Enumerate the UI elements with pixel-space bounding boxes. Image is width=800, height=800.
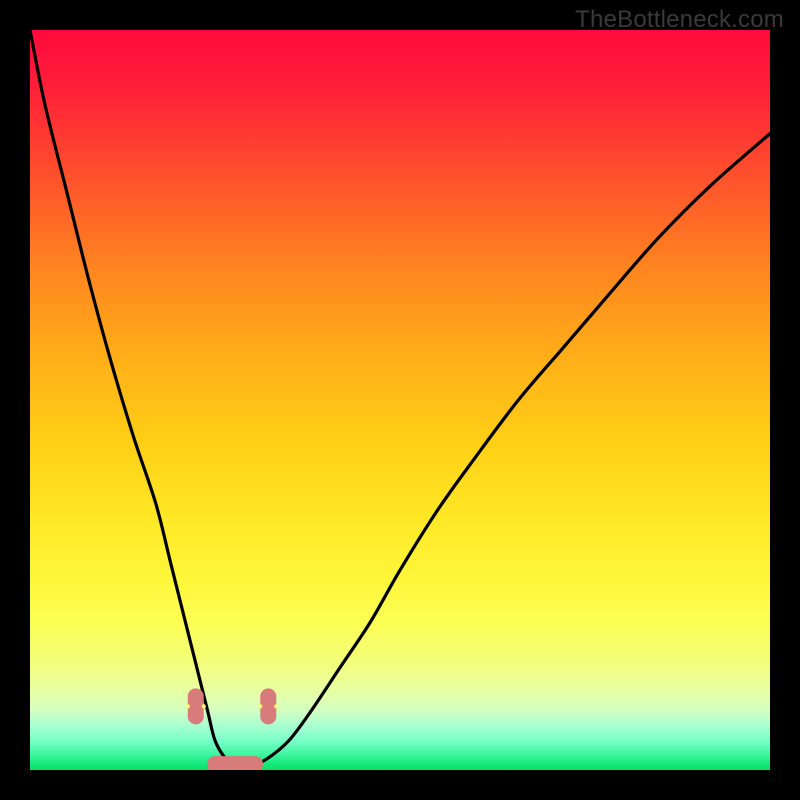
chart-frame: TheBottleneck.com xyxy=(0,0,800,800)
bottom-marker xyxy=(207,756,263,770)
plot-area xyxy=(30,30,770,770)
watermark-text: TheBottleneck.com xyxy=(575,6,784,34)
bottleneck-curve xyxy=(30,30,770,766)
curve-markers xyxy=(186,688,279,770)
right-marker xyxy=(260,688,276,724)
bottleneck-curve-svg xyxy=(30,30,770,770)
left-marker xyxy=(188,688,204,724)
